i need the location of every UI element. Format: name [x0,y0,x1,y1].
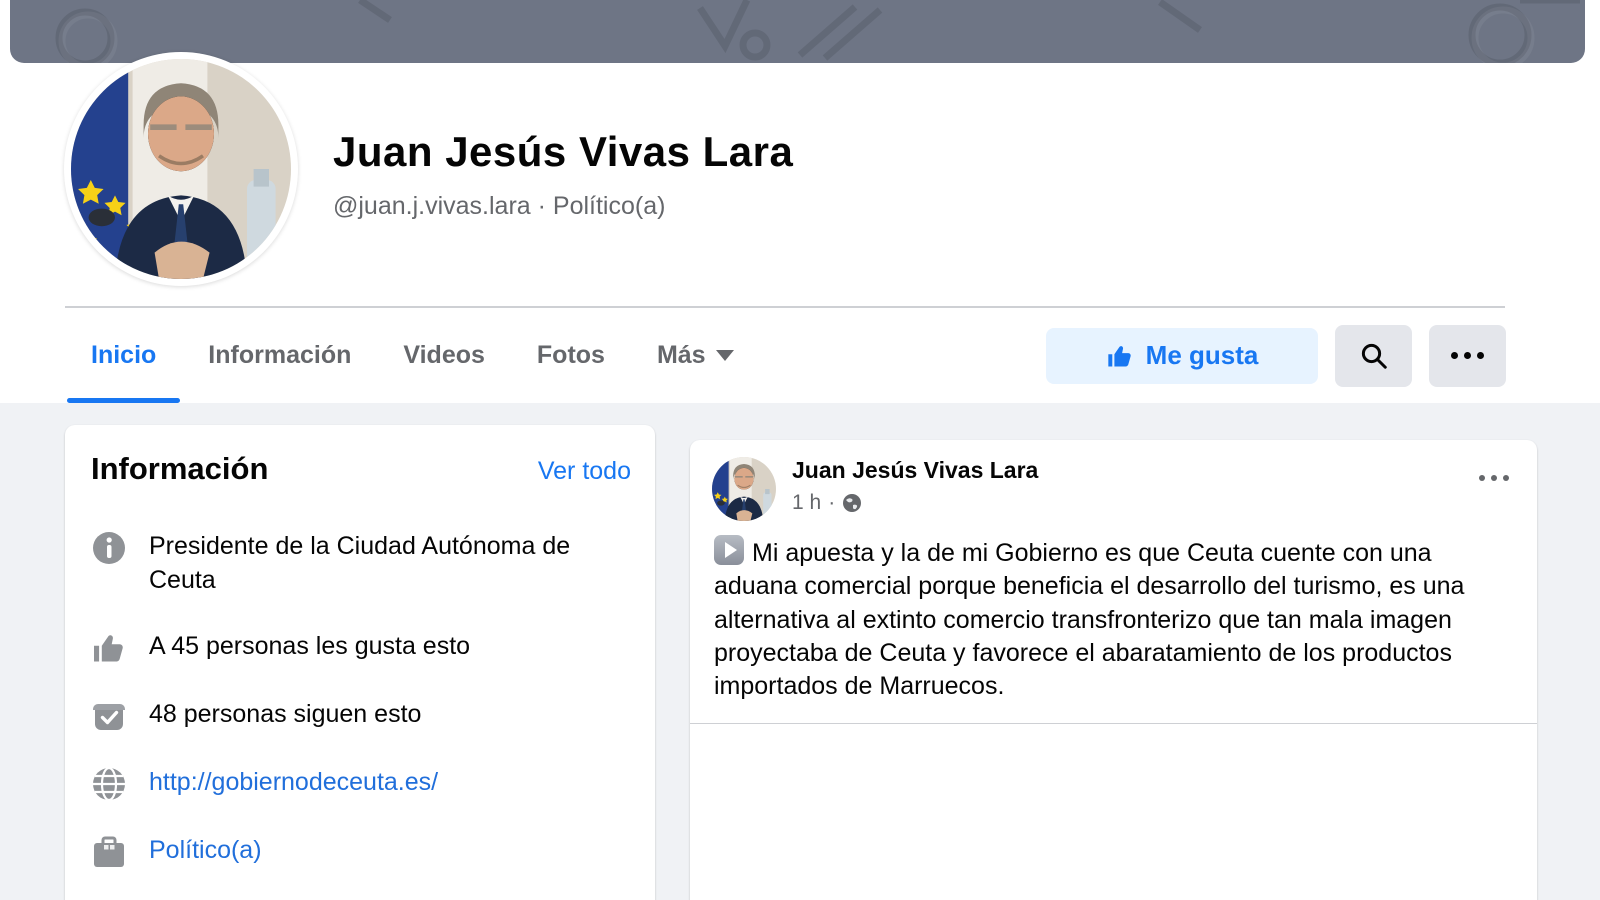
info-icon [91,530,127,566]
info-row-description: Presidente de la Ciudad Autónoma de Ceut… [91,513,631,613]
tab-label: Más [657,341,706,370]
tab-label: Información [208,341,351,370]
followers-check-icon [91,698,127,734]
tab-label: Inicio [91,341,156,370]
tab-fotos[interactable]: Fotos [511,308,631,403]
title-block: Juan Jesús Vivas Lara @juan.j.vivas.lara… [333,128,793,221]
post-meta: 1 h · [792,491,1473,515]
like-button-label: Me gusta [1146,340,1259,371]
thumbs-up-icon [91,630,127,666]
followers-count-text: 48 personas siguen esto [149,696,421,732]
post-author-avatar[interactable] [712,457,776,521]
profile-picture[interactable] [64,52,298,286]
post-author-name[interactable]: Juan Jesús Vivas Lara [792,457,1473,484]
info-row-likes: A 45 personas les gusta esto [91,613,631,681]
header-actions: Me gusta [1046,308,1506,403]
cover-photo[interactable] [10,0,1585,63]
info-card: Información Ver todo Presidente de la Ci… [65,425,655,900]
likes-count-text: A 45 personas les gusta esto [149,628,470,664]
search-button[interactable] [1335,325,1412,387]
tab-label: Fotos [537,341,605,370]
post-header-info: Juan Jesús Vivas Lara 1 h · [792,457,1473,515]
like-page-button[interactable]: Me gusta [1046,328,1318,384]
post-attachment-area[interactable] [690,724,1537,900]
profile-header: Juan Jesús Vivas Lara @juan.j.vivas.lara… [0,0,1600,403]
info-row-followers: 48 personas siguen esto [91,681,631,749]
facebook-page: Juan Jesús Vivas Lara @juan.j.vivas.lara… [0,0,1600,900]
post-timestamp[interactable]: 1 h [792,491,821,515]
thumbs-up-icon [1106,342,1134,370]
main-content: Información Ver todo Presidente de la Ci… [0,403,1600,900]
tab-informacion[interactable]: Información [182,308,377,403]
tab-mas[interactable]: Más [631,308,760,403]
tab-videos[interactable]: Videos [377,308,511,403]
page-title: Juan Jesús Vivas Lara [333,128,793,176]
info-row-category: Político(a) [91,817,631,885]
globe-icon [91,766,127,802]
play-button-emoji [714,535,744,565]
tab-bar: Inicio Información Videos Fotos Más [65,308,1506,403]
info-card-title: Información [91,451,268,487]
tab-inicio[interactable]: Inicio [65,308,182,403]
post-header: Juan Jesús Vivas Lara 1 h · [690,440,1537,529]
info-row-website: http://gobiernodeceuta.es/ [91,749,631,817]
website-link[interactable]: http://gobiernodeceuta.es/ [149,764,438,800]
category-link[interactable]: Político(a) [149,832,262,868]
public-globe-icon [842,493,862,513]
ellipsis-icon [1451,352,1484,359]
more-options-button[interactable] [1429,325,1506,387]
briefcase-icon [91,834,127,870]
profile-picture-image [71,59,291,279]
see-all-link[interactable]: Ver todo [538,457,631,486]
post-card: Juan Jesús Vivas Lara 1 h · Mi apuest [690,440,1537,900]
ellipsis-icon [1479,475,1509,481]
page-handle: @juan.j.vivas.lara · Político(a) [333,192,793,221]
search-icon [1359,341,1389,371]
meta-separator: · [828,491,835,515]
post-text-content: Mi apuesta y la de mi Gobierno es que Ce… [714,539,1464,700]
post-text: Mi apuesta y la de mi Gobierno es que Ce… [690,529,1537,723]
post-options-button[interactable] [1473,457,1515,496]
tab-label: Videos [403,341,485,370]
info-card-header: Información Ver todo [91,451,631,513]
chevron-down-icon [716,350,734,361]
info-text: Presidente de la Ciudad Autónoma de Ceut… [149,528,631,598]
